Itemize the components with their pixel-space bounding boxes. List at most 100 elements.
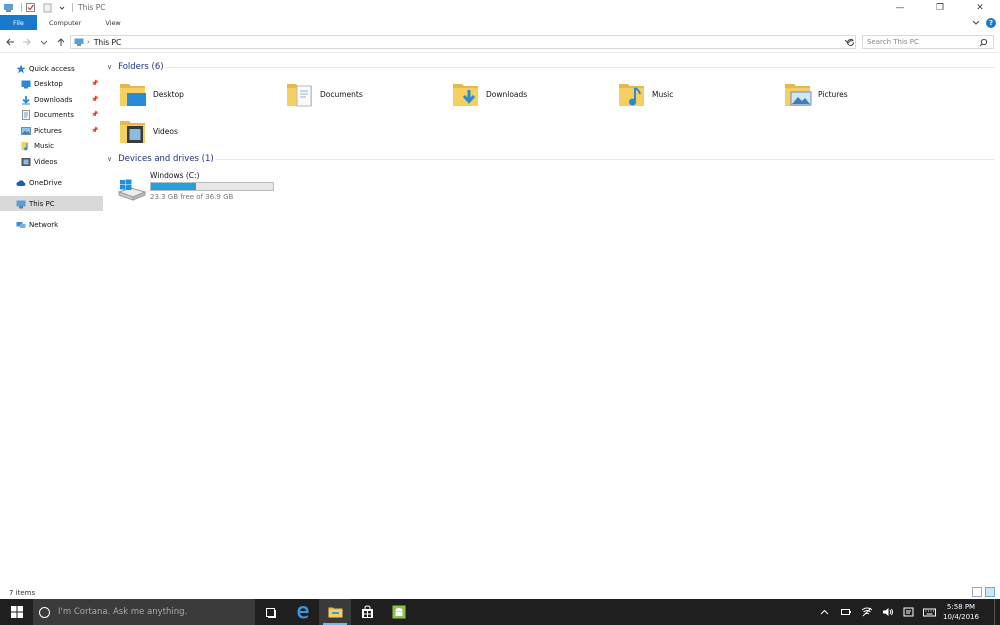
help-icon[interactable]: ? xyxy=(986,17,996,28)
search-icon[interactable] xyxy=(979,38,988,47)
group-divider xyxy=(165,67,995,68)
action-center-icon xyxy=(993,599,995,625)
pin-icon[interactable]: 📌 xyxy=(91,111,98,118)
folder-tile-music[interactable]: Music xyxy=(618,79,673,109)
quick-access-toolbar: This PC xyxy=(0,0,105,15)
cortana-search-box[interactable]: I'm Cortana. Ask me anything. xyxy=(33,599,255,625)
documents-folder-icon xyxy=(286,80,316,108)
nav-item-pictures[interactable]: Pictures 📌 xyxy=(0,123,103,138)
nav-item-label: Documents xyxy=(34,110,74,119)
cortana-placeholder: I'm Cortana. Ask me anything. xyxy=(58,607,188,617)
folder-tile-pictures[interactable]: Pictures xyxy=(784,79,848,109)
pin-icon[interactable]: 📌 xyxy=(91,80,98,87)
new-folder-icon[interactable] xyxy=(42,2,53,13)
status-bar: 7 items xyxy=(0,586,1000,599)
taskbar-app-edge[interactable] xyxy=(287,599,319,625)
separator xyxy=(21,3,22,12)
network-status-icon[interactable] xyxy=(856,599,877,625)
nav-item-videos[interactable]: Videos xyxy=(0,154,103,169)
windows-drive-icon xyxy=(117,178,147,202)
arrow-up-icon xyxy=(57,37,65,46)
taskbar: I'm Cortana. Ask me anything. 5:58 PM 10… xyxy=(0,599,1000,625)
restore-button[interactable]: ❐ xyxy=(920,0,960,15)
refresh-icon xyxy=(846,38,854,46)
computer-icon xyxy=(16,199,26,209)
nav-item-label: Pictures xyxy=(34,126,62,135)
properties-icon[interactable] xyxy=(25,2,36,13)
notes-icon[interactable] xyxy=(898,599,919,625)
folders-group-header[interactable]: ∨ Folders (6) xyxy=(105,60,164,74)
nav-item-music[interactable]: Music xyxy=(0,138,103,153)
keyboard-icon[interactable] xyxy=(919,599,940,625)
up-button[interactable] xyxy=(54,35,68,49)
windows-logo-icon xyxy=(10,606,23,618)
group-divider xyxy=(215,159,995,160)
refresh-button[interactable] xyxy=(843,35,857,49)
file-explorer-icon xyxy=(328,607,342,618)
details-view-button[interactable] xyxy=(972,587,982,597)
breadcrumb[interactable]: This PC xyxy=(94,38,121,47)
nav-item-network[interactable]: Network xyxy=(0,217,103,232)
breadcrumb-chevron-icon[interactable]: › xyxy=(87,38,90,46)
nav-item-documents[interactable]: Documents 📌 xyxy=(0,107,103,122)
battery-icon[interactable] xyxy=(835,599,856,625)
address-bar[interactable]: › This PC xyxy=(70,35,856,49)
downloads-icon xyxy=(21,95,31,105)
task-view-button[interactable] xyxy=(255,599,287,625)
chevron-down-icon[interactable] xyxy=(59,2,65,13)
this-pc-icon xyxy=(3,2,14,13)
content-pane: ∨ Folders (6) Desktop Documents Download… xyxy=(105,56,1000,586)
pin-icon[interactable]: 📌 xyxy=(91,96,98,103)
nav-item-this-pc[interactable]: This PC xyxy=(0,196,103,211)
taskbar-app-store[interactable] xyxy=(351,599,383,625)
back-button[interactable] xyxy=(3,35,17,49)
taskbar-app-android[interactable] xyxy=(383,599,415,625)
nav-item-onedrive[interactable]: OneDrive xyxy=(0,175,103,190)
downloads-folder-icon xyxy=(452,80,482,108)
volume-icon[interactable] xyxy=(877,599,898,625)
title-bar: This PC — ❐ ✕ xyxy=(0,0,1000,15)
music-folder-icon xyxy=(618,80,648,108)
folder-tile-desktop[interactable]: Desktop xyxy=(119,79,184,109)
task-view-icon xyxy=(266,607,276,618)
nav-item-quick-access[interactable]: Quick access xyxy=(0,61,103,76)
expand-ribbon-icon[interactable] xyxy=(972,18,980,28)
recent-locations-button[interactable] xyxy=(37,35,51,49)
search-box[interactable] xyxy=(862,35,994,49)
show-desktop-button[interactable] xyxy=(988,599,1000,625)
tab-view[interactable]: View xyxy=(93,15,132,30)
clock-date: 10/4/2016 xyxy=(943,613,979,621)
folder-tile-videos[interactable]: Videos xyxy=(119,116,178,146)
devices-group-header[interactable]: ∨ Devices and drives (1) xyxy=(105,152,214,166)
folder-tile-documents[interactable]: Documents xyxy=(286,79,363,109)
edge-icon xyxy=(297,606,309,619)
forward-button[interactable] xyxy=(20,35,34,49)
search-input[interactable] xyxy=(867,38,977,46)
clock-time: 5:58 PM xyxy=(946,603,976,611)
pin-icon[interactable]: 📌 xyxy=(91,127,98,134)
chevron-up-icon xyxy=(820,609,829,615)
folder-label: Downloads xyxy=(486,89,528,99)
nav-item-downloads[interactable]: Downloads 📌 xyxy=(0,92,103,107)
clock[interactable]: 5:58 PM 10/4/2016 xyxy=(940,602,982,622)
chevron-down-icon[interactable]: ∨ xyxy=(107,63,112,71)
taskbar-app-file-explorer[interactable] xyxy=(319,599,351,625)
tab-computer[interactable]: Computer xyxy=(37,15,93,30)
nav-item-desktop[interactable]: Desktop 📌 xyxy=(0,76,103,91)
drive-usage-bar xyxy=(150,182,274,191)
nav-item-label: This PC xyxy=(29,199,55,208)
tab-file[interactable]: File xyxy=(0,15,37,30)
folder-label: Documents xyxy=(320,89,363,99)
drive-tile-c[interactable]: Windows (C:) 23.3 GB free of 36.9 GB xyxy=(117,170,277,204)
chevron-down-icon[interactable]: ∨ xyxy=(107,155,112,163)
folder-label: Pictures xyxy=(818,89,848,99)
folder-tile-downloads[interactable]: Downloads xyxy=(452,79,527,109)
show-hidden-icons-button[interactable] xyxy=(814,599,835,625)
close-button[interactable]: ✕ xyxy=(960,0,1000,15)
documents-icon xyxy=(21,109,31,120)
minimize-button[interactable]: — xyxy=(880,0,920,15)
start-button[interactable] xyxy=(0,599,33,625)
large-icons-view-button[interactable] xyxy=(985,587,995,597)
cloud-icon xyxy=(16,178,26,188)
devices-group-title: Devices and drives (1) xyxy=(118,154,214,164)
